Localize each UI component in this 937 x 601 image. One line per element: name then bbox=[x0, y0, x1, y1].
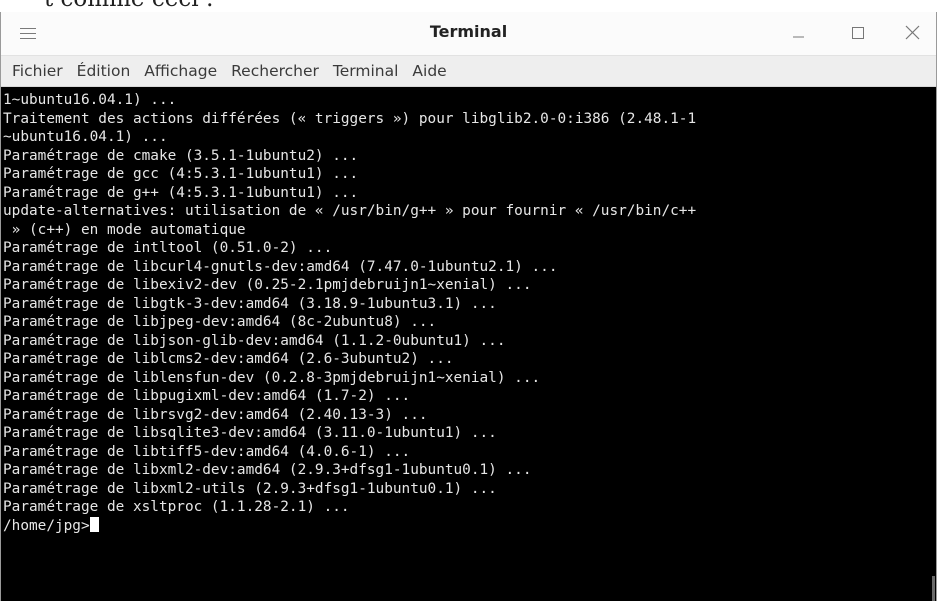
terminal-line: Paramétrage de libpugixml-dev:amd64 (1.7… bbox=[3, 388, 411, 404]
terminal-line: Paramétrage de libxml2-utils (2.9.3+dfsg… bbox=[3, 480, 497, 497]
terminal-line: Traitement des actions différées (« trig… bbox=[3, 110, 697, 127]
terminal-line: Paramétrage de libxml2-dev:amd64 (2.9.3+… bbox=[3, 462, 532, 478]
terminal-line: Paramétrage de liblensfun-dev (0.2.8-3pm… bbox=[3, 369, 541, 386]
terminal-window: Terminal Fichier Édition Affichage Reche… bbox=[0, 12, 937, 601]
terminal-line: ~ubuntu16.04.1) ... bbox=[3, 129, 168, 145]
terminal-line: » (c++) en mode automatique bbox=[3, 221, 246, 238]
close-icon bbox=[905, 25, 920, 40]
terminal-line: Paramétrage de libexiv2-dev (0.25-2.1pmj… bbox=[3, 277, 532, 293]
document-context-text: t comme ceci : bbox=[44, 0, 214, 11]
title-bar[interactable]: Terminal bbox=[1, 12, 936, 56]
terminal-line: Paramétrage de cmake (3.5.1-1ubuntu2) ..… bbox=[3, 147, 359, 164]
menu-edition[interactable]: Édition bbox=[70, 56, 138, 86]
maximize-icon bbox=[852, 27, 864, 39]
prompt-line[interactable]: /home/jpg> bbox=[3, 516, 936, 536]
terminal-line: Paramétrage de librsvg2-dev:amd64 (2.40.… bbox=[3, 406, 428, 423]
terminal-line: Paramétrage de libcurl4-gnutls-dev:amd64… bbox=[3, 258, 558, 275]
page: t comme ceci : Terminal bbox=[0, 0, 937, 601]
close-button[interactable] bbox=[899, 20, 927, 46]
terminal-line: Paramétrage de libtiff5-dev:amd64 (4.0.6… bbox=[3, 443, 411, 460]
hamburger-menu-icon[interactable] bbox=[20, 24, 36, 42]
terminal-line: Paramétrage de libsqlite3-dev:amd64 (3.1… bbox=[3, 425, 497, 441]
maximize-button[interactable] bbox=[844, 20, 872, 46]
minimize-button[interactable] bbox=[784, 20, 812, 46]
text-cursor bbox=[89, 516, 99, 532]
menu-affichage[interactable]: Affichage bbox=[137, 56, 224, 86]
shell-prompt: /home/jpg> bbox=[3, 517, 90, 534]
terminal-output[interactable]: 1~ubuntu16.04.1) ... Traitement des acti… bbox=[1, 87, 936, 601]
terminal-line: 1~ubuntu16.04.1) ... bbox=[3, 92, 177, 108]
menu-terminal[interactable]: Terminal bbox=[326, 56, 406, 86]
menu-aide[interactable]: Aide bbox=[405, 56, 453, 86]
terminal-line: Paramétrage de xsltproc (1.1.28-2.1) ... bbox=[3, 499, 350, 515]
scrollbar-thumb[interactable] bbox=[932, 576, 935, 601]
terminal-line: Paramétrage de g++ (4:5.3.1-1ubuntu1) ..… bbox=[3, 184, 359, 201]
minimize-icon bbox=[793, 36, 804, 38]
menu-fichier[interactable]: Fichier bbox=[5, 56, 70, 86]
terminal-line: Paramétrage de gcc (4:5.3.1-1ubuntu1) ..… bbox=[3, 166, 359, 182]
terminal-line: Paramétrage de libjpeg-dev:amd64 (8c-2ub… bbox=[3, 314, 437, 330]
menu-bar: Fichier Édition Affichage Rechercher Ter… bbox=[1, 56, 936, 87]
terminal-line: Paramétrage de libgtk-3-dev:amd64 (3.18.… bbox=[3, 295, 497, 312]
terminal-line: update-alternatives: utilisation de « /u… bbox=[3, 203, 697, 219]
terminal-line: Paramétrage de intltool (0.51.0-2) ... bbox=[3, 240, 333, 256]
terminal-line: Paramétrage de liblcms2-dev:amd64 (2.6-3… bbox=[3, 351, 454, 367]
terminal-line: Paramétrage de libjson-glib-dev:amd64 (1… bbox=[3, 332, 506, 349]
menu-rechercher[interactable]: Rechercher bbox=[224, 56, 326, 86]
